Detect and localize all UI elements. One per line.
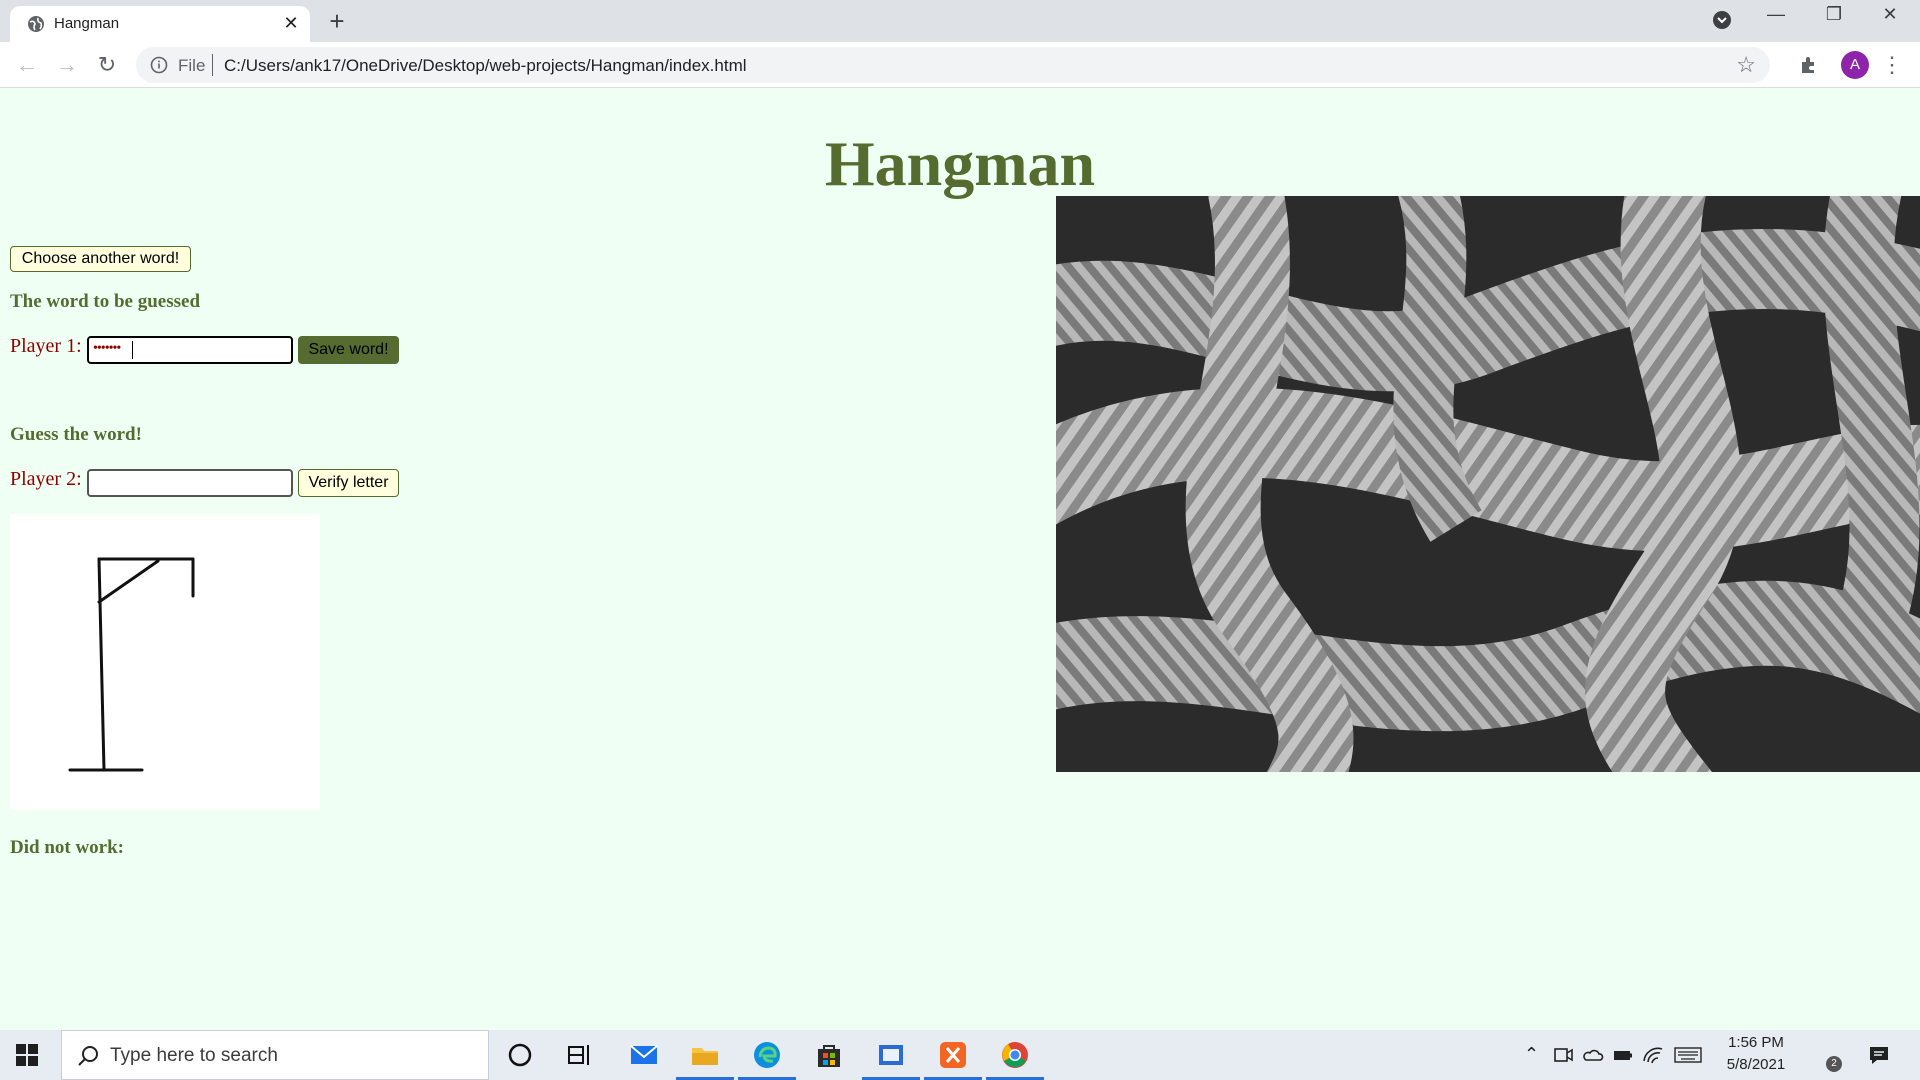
bookmark-star-icon[interactable]: ☆ xyxy=(1736,52,1756,78)
clock-date[interactable]: 5/8/2021 xyxy=(1714,1056,1798,1073)
hangman-page: Hangman Choose another word! The word to… xyxy=(0,89,1920,1030)
browser-tab[interactable]: Hangman ✕ xyxy=(10,6,310,42)
tab-title: Hangman xyxy=(54,15,120,32)
edge-icon[interactable] xyxy=(751,1039,783,1071)
battery-icon[interactable] xyxy=(1611,1043,1635,1067)
meet-now-icon[interactable] xyxy=(1551,1043,1575,1067)
address-bar[interactable]: File C:/Users/ank17/OneDrive/Desktop/web… xyxy=(136,47,1770,83)
back-icon[interactable]: ← xyxy=(12,50,42,80)
task-view-icon[interactable] xyxy=(564,1039,596,1071)
taskbar: Type here to search ⌃ 1:56 PM 5/8/2021 2 xyxy=(0,1030,1920,1080)
onedrive-icon[interactable] xyxy=(1581,1043,1605,1067)
rope-photo xyxy=(1056,196,1920,772)
url-text[interactable]: C:/Users/ank17/OneDrive/Desktop/web-proj… xyxy=(224,56,747,76)
profile-avatar[interactable]: A xyxy=(1841,51,1869,79)
minimize-icon[interactable]: — xyxy=(1756,4,1796,34)
cortana-icon[interactable] xyxy=(504,1039,536,1071)
player2-label: Player 2: xyxy=(10,468,82,490)
page-title: Hangman xyxy=(824,128,1096,199)
windows-start-icon[interactable] xyxy=(16,1044,38,1066)
save-word-button[interactable]: Save word! xyxy=(298,336,399,364)
new-tab-button[interactable]: + xyxy=(322,8,352,36)
browser-toolbar: ← → ↻ File C:/Users/ank17/OneDrive/Deskt… xyxy=(0,42,1920,88)
close-window-icon[interactable]: ✕ xyxy=(1870,4,1910,34)
choose-another-word-button[interactable]: Choose another word! xyxy=(10,246,191,272)
file-explorer-icon[interactable] xyxy=(689,1039,721,1071)
forward-icon[interactable]: → xyxy=(52,50,82,80)
url-scheme: File xyxy=(178,56,206,75)
xampp-icon[interactable] xyxy=(937,1039,969,1071)
tab-strip: Hangman ✕ + — ❐ ✕ xyxy=(0,0,1920,42)
guess-section-heading: Guess the word! xyxy=(10,424,142,445)
tray-chevron-icon[interactable]: ⌃ xyxy=(1524,1044,1539,1065)
action-center-icon[interactable] xyxy=(1867,1043,1891,1067)
player1-word-value: ••••••• xyxy=(93,341,121,356)
wifi-icon[interactable] xyxy=(1641,1043,1665,1067)
search-placeholder: Type here to search xyxy=(110,1045,278,1066)
close-tab-icon[interactable]: ✕ xyxy=(280,12,302,34)
clock-time[interactable]: 1:56 PM xyxy=(1714,1034,1798,1051)
keyboard-icon[interactable] xyxy=(1673,1043,1703,1067)
gallows-drawing xyxy=(68,557,195,772)
restore-icon[interactable]: ❐ xyxy=(1814,4,1854,34)
taskbar-search-box[interactable]: Type here to search xyxy=(61,1030,489,1080)
tab-search-icon[interactable] xyxy=(1711,9,1733,31)
chrome-icon[interactable] xyxy=(999,1039,1031,1071)
globe-icon xyxy=(28,16,44,32)
text-caret xyxy=(132,341,133,359)
verify-letter-button[interactable]: Verify letter xyxy=(298,469,399,497)
reload-icon[interactable]: ↻ xyxy=(92,50,122,80)
url-separator xyxy=(212,54,213,76)
failed-letters-heading: Did not work: xyxy=(10,837,125,858)
word-section-heading: The word to be guessed xyxy=(10,291,201,312)
player1-label: Player 1: xyxy=(10,335,82,357)
application-icon[interactable] xyxy=(875,1039,907,1071)
search-icon xyxy=(78,1046,98,1066)
hangman-canvas xyxy=(10,514,320,810)
extensions-icon[interactable] xyxy=(1798,54,1820,76)
mail-icon[interactable] xyxy=(628,1039,660,1071)
info-icon[interactable] xyxy=(150,56,168,74)
player2-letter-input[interactable] xyxy=(87,469,293,497)
store-icon[interactable] xyxy=(813,1039,845,1071)
notification-count-badge: 2 xyxy=(1826,1056,1842,1072)
browser-menu-icon[interactable]: ⋮ xyxy=(1880,51,1904,79)
player1-word-input[interactable]: ••••••• xyxy=(87,336,293,364)
